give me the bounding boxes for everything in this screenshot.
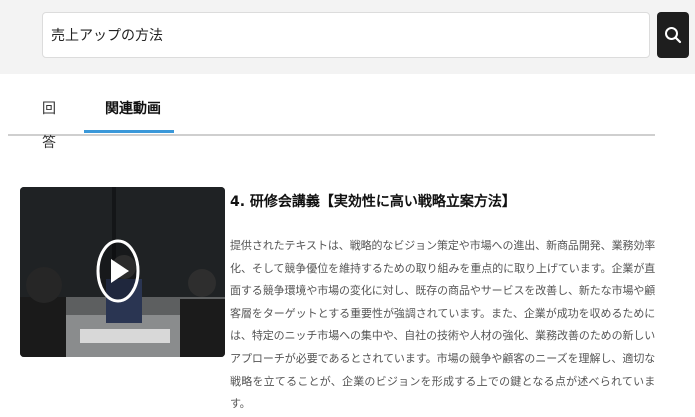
search-input[interactable] [42,12,650,58]
search-bar [0,0,695,74]
video-description: 提供されたテキストは、戦略的なビジョン策定や市場への進出、新商品開発、業務効率化… [230,239,655,411]
tab-related-videos[interactable]: 関連動画 [92,92,174,134]
tab-answer[interactable]: 回答 [36,92,62,151]
video-card: 4. 研修会講義【実効性に高い戦略立案方法】 提供されたテキストは、戦略的なビジ… [20,187,690,410]
search-button[interactable] [657,12,689,58]
video-thumbnail[interactable] [20,187,225,357]
active-tab-indicator [84,130,174,133]
video-title[interactable]: 4. 研修会講義【実効性に高い戦略立案方法】 [230,192,690,212]
play-icon[interactable] [96,239,140,303]
search-icon [665,27,682,44]
